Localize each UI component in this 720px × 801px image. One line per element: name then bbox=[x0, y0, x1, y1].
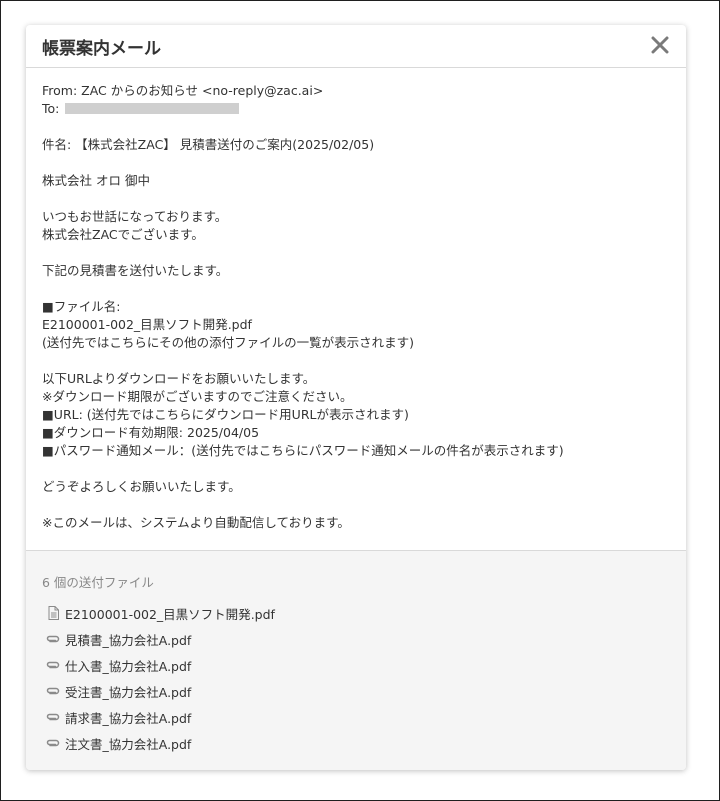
attachment-item[interactable]: E2100001-002_目黒ソフト開発.pdf bbox=[46, 600, 275, 626]
attachment-name: 仕入書_協力会社A.pdf bbox=[65, 658, 192, 674]
attachment-item[interactable]: 見積書_協力会社A.pdf bbox=[46, 626, 275, 652]
mail-to: To: bbox=[42, 100, 670, 118]
attachment-item[interactable]: 請求書_協力会社A.pdf bbox=[46, 704, 275, 730]
mail-recipient: 株式会社 オロ 御中 bbox=[42, 173, 150, 188]
password-line: ■パスワード通知メール：(送付先ではこちらにパスワード通知メールの件名が表示され… bbox=[42, 443, 564, 458]
attachment-name: 見積書_協力会社A.pdf bbox=[65, 632, 192, 648]
paperclip-icon bbox=[46, 632, 60, 646]
window-frame: 帳票案内メール From: ZAC からのお知らせ <no-reply@zac.… bbox=[0, 0, 720, 801]
download-notice: ※ダウンロード期限がございますのでご注意ください。 bbox=[42, 389, 353, 404]
attachment-item[interactable]: 受注書_協力会社A.pdf bbox=[46, 678, 275, 704]
close-icon bbox=[651, 36, 669, 54]
mail-preview-modal: 帳票案内メール From: ZAC からのお知らせ <no-reply@zac.… bbox=[26, 25, 686, 770]
attachment-item[interactable]: 注文書_協力会社A.pdf bbox=[46, 730, 275, 756]
attachments-section: 6 個の送付ファイル E2100001-002_目黒ソフト開発.pdf 見積書_… bbox=[26, 550, 686, 770]
paperclip-icon bbox=[46, 736, 60, 750]
paperclip-icon bbox=[46, 684, 60, 698]
mail-from: From: ZAC からのお知らせ <no-reply@zac.ai> bbox=[42, 83, 324, 98]
modal-header: 帳票案内メール bbox=[26, 25, 686, 68]
attachments-list: E2100001-002_目黒ソフト開発.pdf 見積書_協力会社A.pdf 仕… bbox=[46, 600, 275, 756]
closing-line: どうぞよろしくお願いいたします。 bbox=[42, 479, 241, 494]
attachment-name: 請求書_協力会社A.pdf bbox=[65, 710, 192, 726]
modal-title: 帳票案内メール bbox=[42, 39, 161, 59]
file-label: ■ファイル名: bbox=[42, 299, 121, 314]
mail-body: From: ZAC からのお知らせ <no-reply@zac.ai> To: … bbox=[26, 68, 686, 532]
file-note: (送付先ではこちらにその他の添付ファイルの一覧が表示されます) bbox=[42, 335, 415, 350]
attachment-name: 受注書_協力会社A.pdf bbox=[65, 684, 192, 700]
attachment-name: 注文書_協力会社A.pdf bbox=[65, 736, 192, 752]
document-icon bbox=[46, 606, 60, 620]
paperclip-icon bbox=[46, 658, 60, 672]
close-button[interactable] bbox=[648, 32, 672, 58]
greeting-line-1: いつもお世話になっております。 bbox=[42, 209, 228, 224]
greeting-line-2: 株式会社ZACでございます。 bbox=[42, 227, 204, 242]
mail-to-label: To: bbox=[42, 101, 64, 116]
redacted-address bbox=[65, 103, 240, 114]
paperclip-icon bbox=[46, 710, 60, 724]
expiry-line: ■ダウンロード有効期限: 2025/04/05 bbox=[42, 425, 260, 440]
download-request: 以下URLよりダウンロードをお願いいたします。 bbox=[42, 371, 316, 386]
url-line: ■URL: (送付先ではこちらにダウンロード用URLが表示されます) bbox=[42, 407, 409, 422]
auto-notice: ※このメールは、システムより自動配信しております。 bbox=[42, 515, 350, 530]
attachment-item[interactable]: 仕入書_協力会社A.pdf bbox=[46, 652, 275, 678]
mail-subject: 件名: 【株式会社ZAC】 見積書送付のご案内(2025/02/05) bbox=[42, 137, 375, 152]
intro-line: 下記の見積書を送付いたします。 bbox=[42, 263, 229, 278]
attachment-name: E2100001-002_目黒ソフト開発.pdf bbox=[65, 606, 275, 622]
attachments-title: 6 個の送付ファイル bbox=[42, 575, 154, 590]
file-name: E2100001-002_目黒ソフト開発.pdf bbox=[42, 317, 252, 332]
